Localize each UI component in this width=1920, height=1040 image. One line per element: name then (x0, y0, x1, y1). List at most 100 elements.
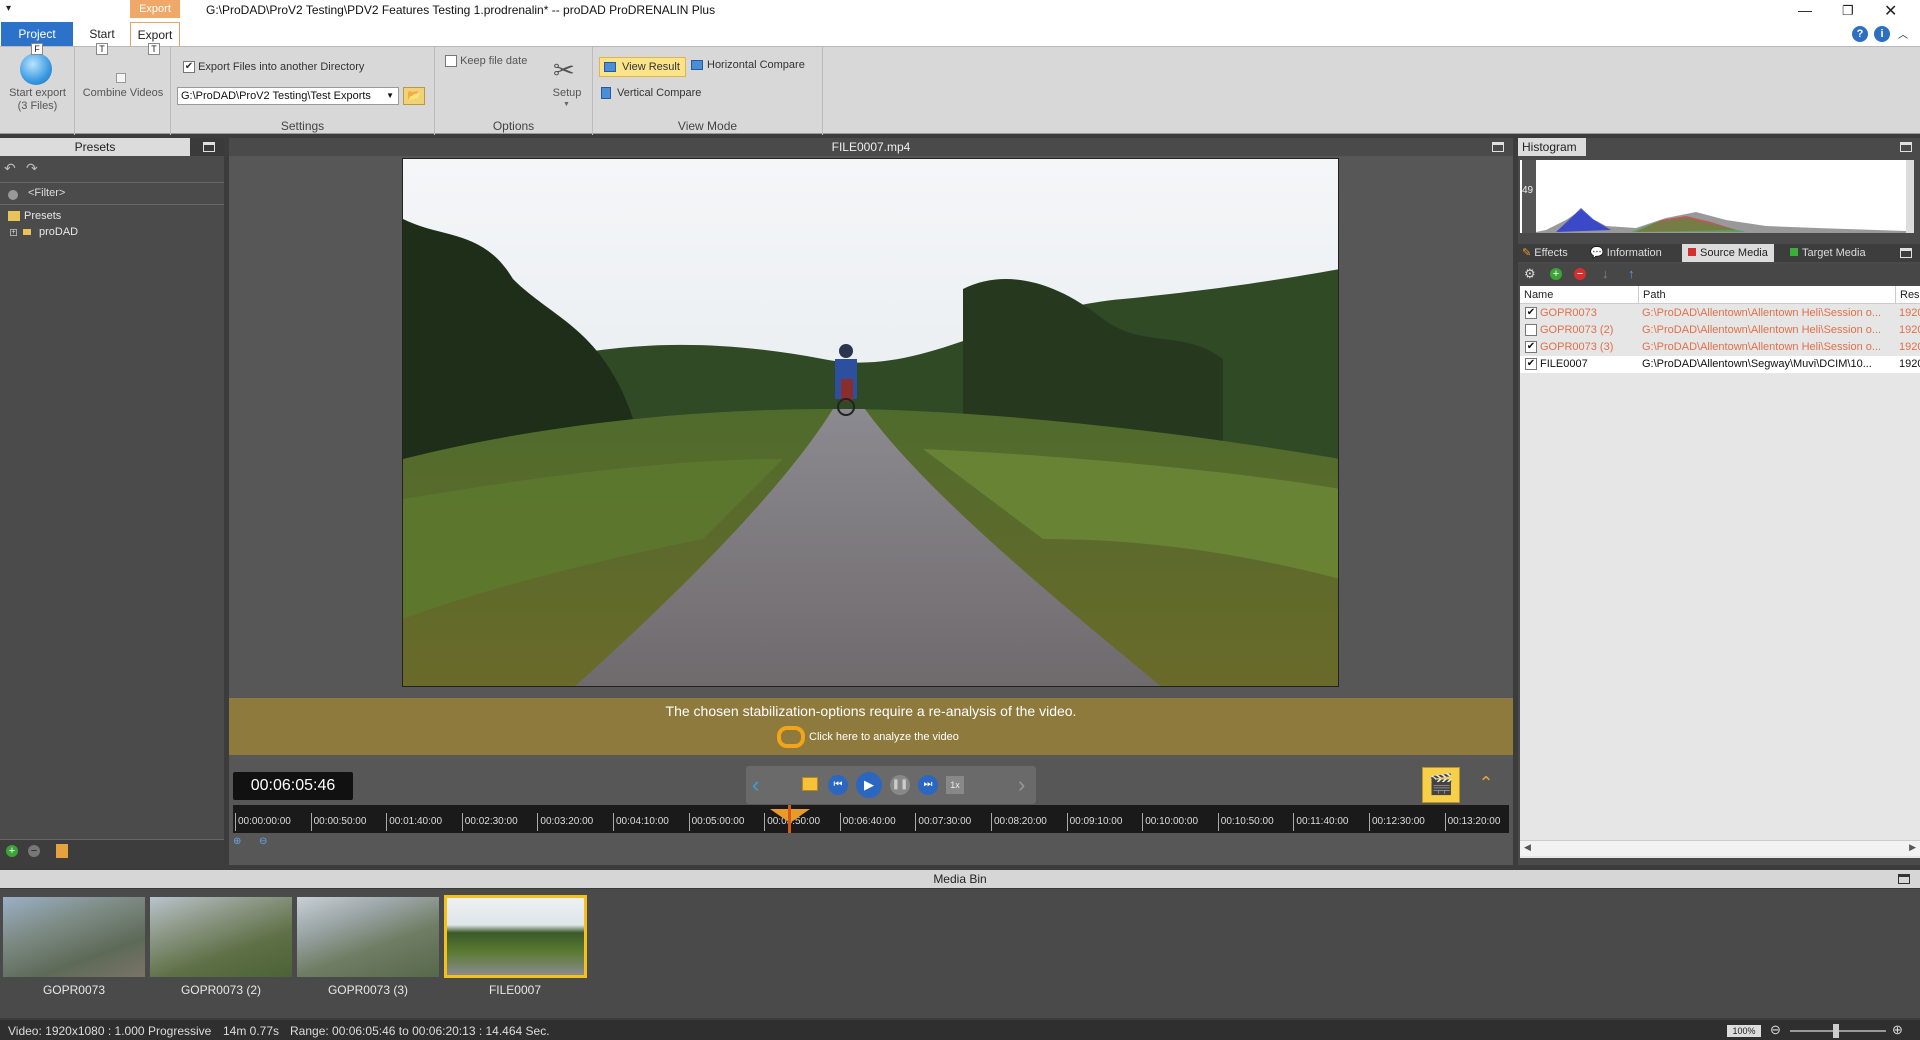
info-icon[interactable]: i (1874, 26, 1890, 42)
preview-maximize-icon[interactable] (1492, 142, 1504, 152)
histogram-maximize-icon[interactable] (1900, 142, 1912, 152)
zoom-out-button[interactable]: ⊖ (1770, 1022, 1781, 1038)
tree-node-prodad[interactable]: + proDAD (10, 226, 78, 238)
view-result-button[interactable]: View Result (599, 57, 686, 77)
loop-icon[interactable] (802, 777, 818, 791)
quick-access-menu[interactable]: ▾ (6, 3, 11, 14)
help-icon[interactable]: ? (1852, 26, 1868, 42)
next-range-icon[interactable]: › (1018, 772, 1025, 798)
chevron-down-icon[interactable]: ▼ (386, 88, 394, 104)
media-thumbnail[interactable] (3, 897, 145, 977)
analyze-icon[interactable] (777, 726, 805, 748)
start-export-button[interactable]: Start export (3 Files) (0, 87, 75, 113)
media-bin-title: Media Bin (0, 870, 1920, 888)
timeline[interactable]: 00:00:00:00 00:00:50:00 00:01:40:00 00:02:3… (233, 805, 1509, 833)
play-icon[interactable]: ▶ (856, 772, 882, 798)
video-frame[interactable] (402, 158, 1339, 687)
video-image (403, 159, 1338, 686)
media-thumbnail[interactable] (297, 897, 439, 977)
zoom-in-icon[interactable]: ⊕ (233, 836, 241, 847)
save-preset-icon[interactable] (56, 844, 68, 858)
row-path: G:\ProDAD\Allentown\Segway\Muvi\DCIM\10.… (1642, 358, 1872, 370)
close-button[interactable]: ✕ (1884, 1, 1897, 21)
row-checkbox[interactable]: ✔ (1525, 307, 1537, 319)
expand-icon[interactable]: + (10, 228, 17, 236)
pause-icon[interactable]: ❚❚ (890, 775, 910, 795)
right-panel: Histogram 49 ✎ Effects 💬 Information Sou… (1518, 138, 1920, 865)
timecode-display: 00:06:05:46 (233, 772, 353, 800)
ribbon-collapse-icon[interactable]: ︿ (1898, 26, 1908, 41)
row-path: G:\ProDAD\Allentown\Allentown Heli\Sessi… (1642, 341, 1882, 353)
export-into-dir-checkbox[interactable]: ✔ (183, 61, 195, 74)
keep-file-date-checkbox[interactable] (445, 55, 457, 68)
filter-input[interactable]: <Filter> (28, 187, 65, 199)
status-bar (0, 1020, 1920, 1040)
media-thumbnail-selected[interactable] (444, 895, 587, 978)
histogram-scrollbar[interactable] (1906, 160, 1914, 233)
scroll-right-icon[interactable]: ▶ (1909, 842, 1916, 853)
redo-icon[interactable]: ↷ (26, 160, 38, 177)
export-into-dir-option[interactable]: ✔ Export Files into another Directory (183, 61, 364, 74)
horizontal-compare-button[interactable]: Horizontal Compare (691, 59, 805, 71)
setup-dropdown-icon[interactable]: ▼ (563, 101, 570, 108)
tab-target-media[interactable]: Target Media (1790, 244, 1866, 262)
scroll-left-icon[interactable]: ◀ (1524, 842, 1531, 853)
move-down-icon[interactable]: ↓ (1602, 266, 1609, 281)
row-checkbox[interactable] (1525, 324, 1537, 336)
media-item-label: GOPR0073 (42, 983, 106, 997)
setup-icon[interactable]: ✂ (553, 55, 575, 86)
presets-maximize-icon[interactable] (203, 142, 215, 152)
playhead[interactable] (788, 805, 791, 833)
timeline-tick-label: 00:01:40:00 (386, 813, 442, 831)
marker-icon[interactable]: ⌃ (1469, 766, 1503, 800)
remove-icon[interactable]: − (28, 845, 40, 857)
remove-media-icon[interactable]: − (1574, 268, 1586, 280)
clapperboard-icon[interactable]: 🎬 (1422, 767, 1460, 803)
combine-videos-button[interactable]: Combine Videos (75, 87, 171, 99)
restore-button[interactable]: ❐ (1842, 3, 1854, 19)
move-up-icon[interactable]: ↑ (1628, 266, 1635, 281)
table-row[interactable]: ✔ FILE0007 G:\ProDAD\Allentown\Segway\Muvi… (1520, 356, 1920, 373)
media-thumbnail[interactable] (150, 897, 292, 977)
table-row[interactable]: ✔ GOPR0073 (3) G:\ProDAD\Allentown\Allento… (1520, 339, 1920, 356)
start-export-icon[interactable] (20, 53, 52, 85)
skip-back-icon[interactable]: ⏮ (828, 775, 848, 795)
table-row[interactable]: ✔ GOPR0073 G:\ProDAD\Allentown\Allentown H… (1520, 305, 1920, 322)
tree-node-presets[interactable]: Presets (8, 210, 61, 222)
prev-range-icon[interactable]: ‹ (752, 772, 759, 798)
minimize-button[interactable]: — (1798, 2, 1812, 18)
media-maximize-icon[interactable] (1900, 248, 1912, 258)
tab-information[interactable]: 💬 Information (1590, 244, 1662, 262)
speed-button[interactable]: 1x (946, 776, 964, 794)
table-row[interactable]: GOPR0073 (2) G:\ProDAD\Allentown\Allentow… (1520, 322, 1920, 339)
tab-effects[interactable]: ✎ Effects (1522, 244, 1568, 262)
tab-source-media[interactable]: Source Media (1682, 244, 1774, 262)
effects-icon: ✎ (1522, 247, 1532, 259)
column-name[interactable]: Name (1524, 286, 1553, 304)
timeline-tick-label: 00:10:50:00 (1217, 813, 1274, 831)
row-checkbox[interactable]: ✔ (1525, 358, 1537, 370)
vertical-compare-button[interactable]: Vertical Compare (601, 87, 701, 100)
timeline-tick-label: 00:11:40:00 (1293, 813, 1348, 831)
combine-videos-icon (116, 73, 126, 83)
row-resolution: 1920 (1899, 324, 1920, 336)
media-bin-maximize-icon[interactable] (1898, 874, 1910, 884)
setup-button[interactable]: Setup (545, 87, 589, 99)
skip-forward-icon[interactable]: ⏭ (918, 775, 938, 795)
add-icon[interactable]: + (6, 845, 18, 857)
zoom-level[interactable]: 100% (1727, 1025, 1761, 1037)
export-dir-field[interactable]: G:\ProDAD\ProV2 Testing\Test Exports ▼ (177, 87, 399, 105)
settings-icon[interactable]: ⚙ (1524, 266, 1536, 282)
add-media-icon[interactable]: + (1550, 268, 1562, 280)
zoom-slider-handle[interactable] (1833, 1024, 1839, 1038)
analyze-link[interactable]: Click here to analyze the video (809, 731, 959, 743)
folder-browse-icon[interactable]: 📂 (403, 87, 425, 105)
row-checkbox[interactable]: ✔ (1525, 341, 1537, 353)
column-resolution[interactable]: Reso (1895, 286, 1920, 304)
undo-icon[interactable]: ↶ (4, 160, 16, 177)
zoom-in-button[interactable]: ⊕ (1892, 1022, 1903, 1038)
column-path[interactable]: Path (1638, 286, 1666, 304)
keep-file-date-option[interactable]: Keep file date (445, 55, 527, 68)
horizontal-scrollbar[interactable]: ◀ ▶ (1520, 840, 1920, 856)
zoom-out-icon[interactable]: ⊖ (259, 836, 267, 847)
